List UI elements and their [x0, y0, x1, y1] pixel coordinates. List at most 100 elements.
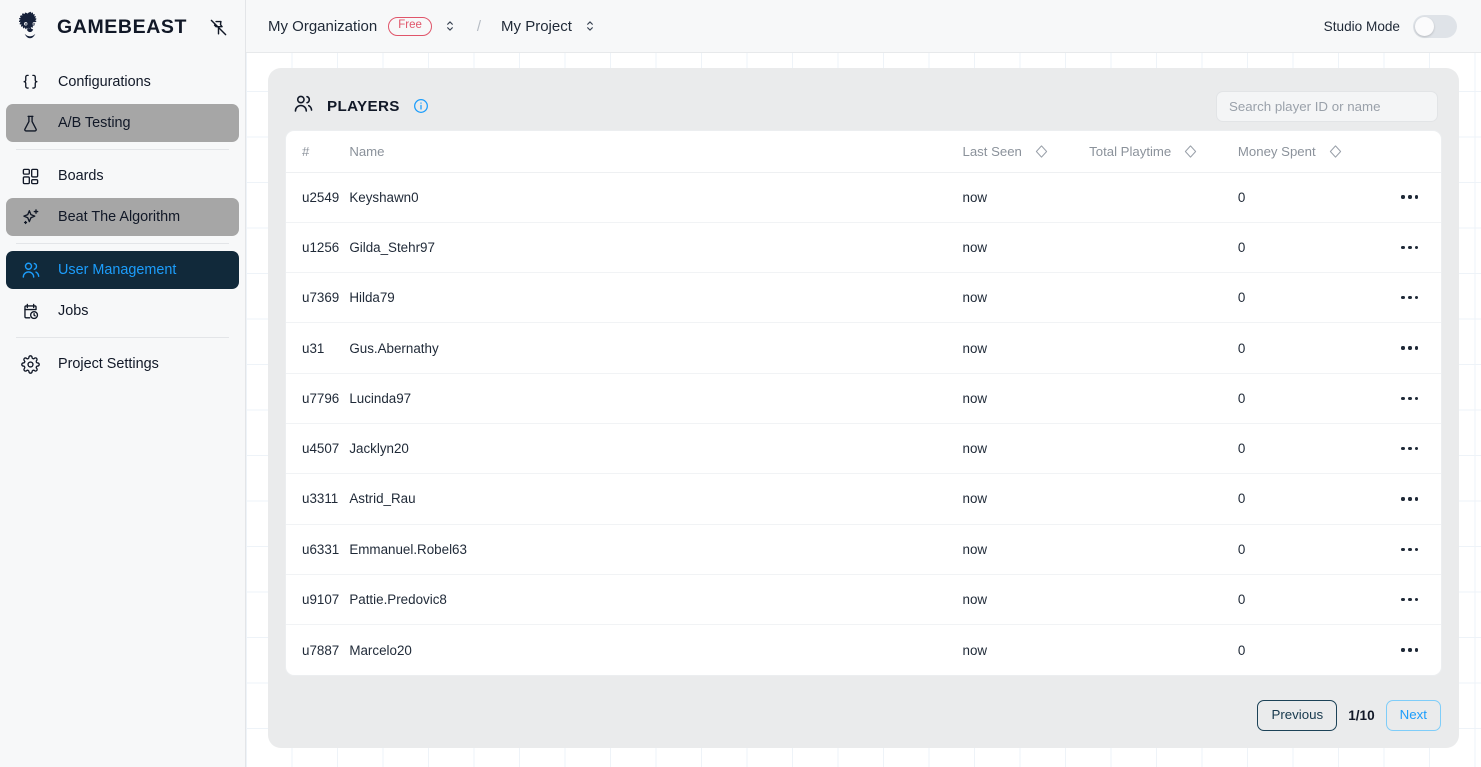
cell-money-spent: 0 [1237, 322, 1379, 374]
plan-badge: Free [388, 16, 432, 36]
cell-money-spent: 0 [1237, 373, 1379, 424]
column-label: Name [349, 143, 385, 159]
breadcrumb-organization[interactable]: My Organization [268, 18, 377, 35]
column-label: Total Playtime [1089, 143, 1172, 159]
cell-player-id: u7796 [286, 373, 350, 424]
cell-total-playtime [1089, 574, 1238, 626]
cell-total-playtime [1089, 625, 1238, 675]
cell-last-seen: now [962, 642, 988, 658]
table-row[interactable]: u7369 Hilda79 now 0 [286, 272, 1441, 324]
gear-icon [20, 354, 41, 375]
cell-actions [1378, 272, 1441, 324]
search-input[interactable] [1216, 90, 1438, 122]
diamond-sort-icon[interactable] [1034, 144, 1049, 159]
chevron-up-down-icon[interactable] [583, 19, 597, 33]
breadcrumb-project[interactable]: My Project [501, 18, 572, 35]
info-circle-icon[interactable] [413, 98, 429, 114]
cell-total-playtime [1089, 272, 1238, 324]
column-header-total-playtime[interactable]: Total Playtime [1089, 131, 1238, 173]
sidebar-item-configurations[interactable]: Configurations [6, 63, 239, 101]
cell-money-spent: 0 [1237, 473, 1379, 525]
cell-player-name: Emmanuel.Robel63 [349, 524, 963, 575]
cell-total-playtime [1089, 473, 1238, 525]
flask-icon [20, 113, 41, 134]
cell-last-seen: now [962, 222, 1090, 274]
pin-off-icon[interactable] [205, 14, 231, 40]
cell-actions [1378, 373, 1441, 424]
cell-player-name: Marcelo20 [349, 642, 412, 658]
players-table: # Name Last Seen Total Playtime Money Sp… [286, 131, 1441, 675]
more-horizontal-icon[interactable] [1379, 547, 1441, 551]
users-icon [20, 260, 41, 281]
cell-actions [1378, 172, 1441, 223]
cell-player-id: u7887 [302, 642, 340, 658]
table-row[interactable]: u7796 Lucinda97 now 0 [286, 373, 1441, 424]
more-horizontal-icon[interactable] [1379, 195, 1441, 199]
pagination: Previous 1/10 Next [285, 686, 1442, 731]
table-row[interactable]: u7887 Marcelo20 now 0 [286, 625, 1441, 675]
column-header-actions [1378, 131, 1441, 173]
sidebar-item-label: Jobs [58, 303, 89, 319]
cell-player-name: Jacklyn20 [349, 423, 963, 475]
column-header-number: # [286, 131, 350, 173]
table-row[interactable]: u9107 Pattie.Predovic8 now 0 [286, 574, 1441, 626]
table-row[interactable]: u3311 Astrid_Rau now 0 [286, 473, 1441, 525]
sidebar-item-ab-testing[interactable]: A/B Testing [6, 104, 239, 142]
cell-money-spent: 0 [1237, 574, 1379, 626]
cell-money-spent: 0 [1237, 172, 1379, 223]
users-icon [293, 93, 314, 119]
beast-head-logo-icon [13, 10, 47, 44]
cell-last-seen: now [962, 272, 1090, 324]
content-area: PLAYERS Search player ID or name # Name … [246, 53, 1481, 767]
previous-page-button[interactable]: Previous [1257, 700, 1338, 731]
sidebar-item-label: A/B Testing [58, 115, 131, 131]
braces-icon [20, 72, 41, 93]
cell-money-spent: 0 [1237, 642, 1246, 658]
players-title-group: PLAYERS [293, 93, 429, 119]
more-horizontal-icon[interactable] [1379, 597, 1441, 602]
cell-total-playtime [1089, 423, 1238, 475]
table-row[interactable]: u1256 Gilda_Stehr97 now 0 [286, 222, 1441, 274]
more-horizontal-icon[interactable] [1379, 446, 1441, 451]
more-horizontal-icon[interactable] [1379, 296, 1441, 300]
column-header-last-seen[interactable]: Last Seen [962, 131, 1090, 173]
sidebar-item-boards[interactable]: Boards [6, 157, 239, 195]
studio-mode-toggle[interactable] [1413, 14, 1457, 38]
more-horizontal-icon[interactable] [1379, 245, 1441, 250]
sidebar-item-project-settings[interactable]: Project Settings [6, 345, 239, 383]
sidebar-item-beat-the-algorithm[interactable]: Beat The Algorithm [6, 198, 239, 236]
table-body: u2549 Keyshawn0 now 0 u1256 Gilda_Stehr97 now 0… [286, 172, 1441, 675]
main-area: My Organization Free / My Project Studio… [246, 0, 1481, 767]
more-horizontal-icon[interactable] [1379, 648, 1441, 652]
cell-player-id: u9107 [286, 574, 350, 626]
more-horizontal-icon[interactable] [1379, 346, 1441, 350]
more-horizontal-icon[interactable] [1379, 396, 1441, 401]
column-header-money-spent[interactable]: Money Spent [1237, 131, 1379, 173]
sidebar-item-user-management[interactable]: User Management [6, 251, 239, 289]
sidebar-divider [16, 149, 229, 150]
cell-actions [1378, 524, 1441, 575]
cell-last-seen: now [962, 322, 1090, 374]
cell-last-seen: now [962, 172, 1090, 223]
table-row[interactable]: u31 Gus.Abernathy now 0 [286, 322, 1441, 374]
cell-player-id: u7369 [286, 272, 350, 324]
cell-player-name: Keyshawn0 [349, 172, 963, 223]
next-page-button[interactable]: Next [1385, 700, 1441, 731]
cell-player-name: Gilda_Stehr97 [349, 222, 963, 274]
sidebar-item-label: Configurations [58, 74, 151, 90]
chevron-up-down-icon[interactable] [443, 19, 457, 33]
diamond-sort-icon[interactable] [1328, 144, 1343, 159]
sidebar-item-label: User Management [58, 262, 177, 278]
sparkles-icon [20, 207, 41, 228]
sidebar-item-jobs[interactable]: Jobs [6, 292, 239, 330]
diamond-sort-icon[interactable] [1183, 144, 1198, 159]
table-row[interactable]: u4507 Jacklyn20 now 0 [286, 423, 1441, 475]
table-row[interactable]: u2549 Keyshawn0 now 0 [286, 172, 1441, 223]
more-horizontal-icon[interactable] [1379, 497, 1441, 501]
cell-total-playtime [1089, 322, 1238, 374]
brand-name: GAMEBEAST [57, 15, 187, 38]
breadcrumb-separator: / [476, 17, 482, 35]
column-header-name: Name [349, 131, 963, 173]
brand-header: GAMEBEAST [0, 0, 245, 54]
table-row[interactable]: u6331 Emmanuel.Robel63 now 0 [286, 524, 1441, 575]
